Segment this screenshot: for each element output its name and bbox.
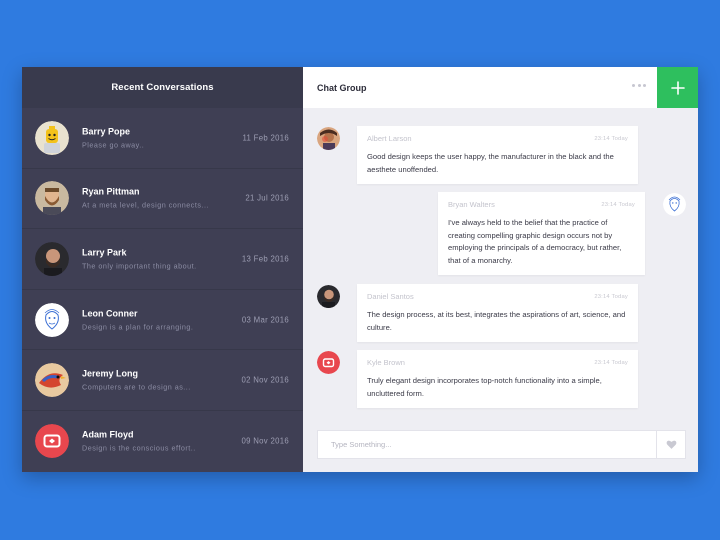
conversation-item-leon-conner[interactable]: Leon Conner Design is a plan for arrangi… — [22, 290, 303, 351]
message-time: 23:14 Today — [601, 201, 635, 208]
conversation-item-adam-floyd[interactable]: Adam Floyd Design is the conscious effor… — [22, 411, 303, 472]
message-avatar-bryan — [663, 193, 686, 216]
conversation-date: 03 Mar 2016 — [241, 315, 289, 325]
bird-avatar-icon — [35, 363, 69, 398]
message-bubble: Kyle Brown 23:14 Today Truly elegant des… — [357, 350, 638, 408]
message-author: Albert Larson — [367, 134, 412, 143]
message-text: The design process, at its best, integra… — [367, 310, 626, 332]
conversation-name: Larry Park — [82, 247, 127, 258]
plus-icon — [670, 80, 685, 95]
message-author: Daniel Santos — [367, 292, 414, 301]
conversation-name: Jeremy Long — [82, 368, 139, 379]
conversation-preview: Computers are to design as... — [82, 382, 191, 392]
conversation-date: 02 Nov 2016 — [241, 375, 289, 385]
chat-app-window: Recent Conversations Barry Pope Please g… — [22, 67, 698, 472]
conversation-preview: Design is a plan for arranging. — [82, 322, 194, 332]
message-bubble: Bryan Walters 23:14 Today I've always he… — [438, 192, 645, 275]
conversation-preview: Please go away.. — [82, 140, 145, 150]
message-time: 23:14 Today — [594, 359, 628, 366]
bearded-man-avatar-icon — [35, 181, 69, 216]
message-text: Good design keeps the user happy, the ma… — [367, 152, 614, 174]
message-time: 23:14 Today — [594, 135, 628, 142]
conversation-item-jeremy-long[interactable]: Jeremy Long Computers are to design as..… — [22, 350, 303, 411]
red-logo-avatar-icon — [35, 424, 69, 459]
message-author: Bryan Walters — [448, 200, 495, 209]
message-avatar-daniel — [317, 285, 340, 308]
sidebar-title: Recent Conversations — [22, 67, 303, 108]
message-avatar-albert — [317, 127, 340, 150]
more-dots-icon[interactable] — [632, 84, 646, 87]
conversation-list: Barry Pope Please go away.. 11 Feb 2016 … — [22, 108, 303, 472]
chat-title: Chat Group — [317, 82, 367, 93]
message-time: 23:14 Today — [594, 293, 628, 300]
conversation-date: 09 Nov 2016 — [241, 436, 289, 446]
conversation-date: 11 Feb 2016 — [242, 133, 289, 143]
conversation-date: 21 Jul 2016 — [245, 193, 289, 203]
sketch-face-avatar-icon — [35, 302, 69, 337]
conversation-item-barry-pope[interactable]: Barry Pope Please go away.. 11 Feb 2016 — [22, 108, 303, 169]
chat-header: Chat Group — [303, 67, 698, 108]
man-dark-avatar-icon — [35, 241, 69, 276]
lego-avatar-icon — [35, 120, 69, 155]
conversation-name: Barry Pope — [82, 126, 131, 137]
conversation-name: Leon Conner — [82, 308, 138, 319]
message-author: Kyle Brown — [367, 358, 405, 367]
conversation-name: Ryan Pittman — [82, 186, 140, 197]
conversation-item-ryan-pittman[interactable]: Ryan Pittman At a meta level, design con… — [22, 169, 303, 230]
message-input[interactable] — [318, 431, 656, 458]
message-text: Truly elegant design incorporates top-no… — [367, 376, 602, 398]
message-bubble: Albert Larson 23:14 Today Good design ke… — [357, 126, 638, 184]
conversation-preview: Design is the conscious effort.. — [82, 443, 196, 453]
conversation-item-larry-park[interactable]: Larry Park The only important thing abou… — [22, 229, 303, 290]
conversation-name: Adam Floyd — [82, 429, 134, 440]
chat-panel: Chat Group Albert Larson 23:14 Today Goo… — [303, 67, 698, 472]
message-composer — [317, 430, 686, 459]
conversation-date: 13 Feb 2016 — [241, 254, 289, 264]
add-button[interactable] — [657, 67, 698, 108]
conversations-sidebar: Recent Conversations Barry Pope Please g… — [22, 67, 303, 472]
send-heart-button[interactable] — [656, 431, 685, 458]
message-text: I've always held to the belief that the … — [448, 218, 622, 265]
heart-icon — [666, 440, 676, 449]
conversation-preview: At a meta level, design connects... — [82, 200, 209, 210]
message-avatar-kyle — [317, 351, 340, 374]
message-bubble: Daniel Santos 23:14 Today The design pro… — [357, 284, 638, 342]
conversation-preview: The only important thing about. — [82, 261, 197, 271]
